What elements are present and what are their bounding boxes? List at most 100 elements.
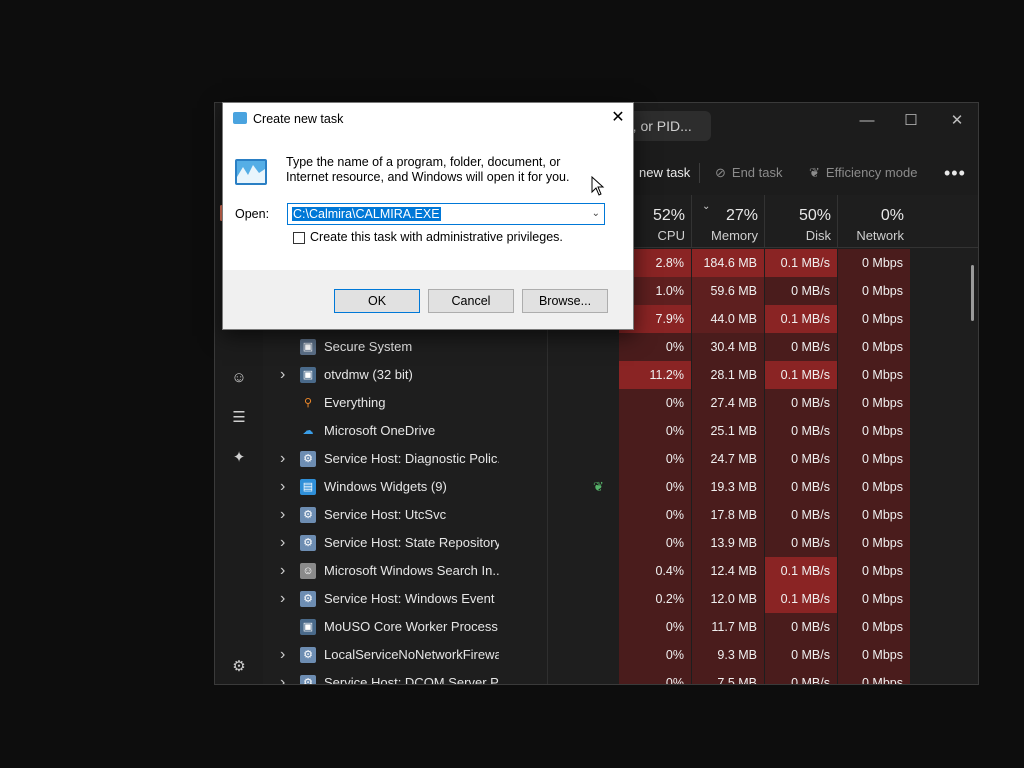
- disk-cell: 0 MB/s: [765, 333, 837, 361]
- disk-cell: 0 MB/s: [765, 389, 837, 417]
- minimize-button[interactable]: —: [847, 109, 887, 133]
- leaf-icon: ❦: [593, 479, 604, 494]
- admin-privileges-label[interactable]: Create this task with administrative pri…: [310, 230, 563, 244]
- memory-cell: 12.4 MB: [692, 557, 764, 585]
- close-button[interactable]: ✕: [937, 109, 977, 133]
- vertical-scrollbar[interactable]: [971, 265, 974, 321]
- toolbar-divider: [699, 163, 700, 183]
- cpu-cell: 0%: [619, 613, 691, 641]
- system-process-icon: ▣: [300, 339, 316, 355]
- services-icon[interactable]: ✦: [229, 448, 249, 468]
- process-name: Microsoft Windows Search In...: [324, 563, 499, 578]
- cpu-cell: 11.2%: [619, 361, 691, 389]
- chevron-right-icon[interactable]: ›: [280, 641, 285, 669]
- gear-icon: ⚙: [300, 451, 316, 467]
- efficiency-mode-button[interactable]: ❦ Efficiency mode: [809, 153, 917, 193]
- dialog-body: Type the name of a program, folder, docu…: [223, 135, 633, 270]
- chevron-down-icon[interactable]: ⌄: [592, 204, 600, 224]
- mouse-cursor-icon: [591, 176, 605, 196]
- process-row[interactable]: › ⚙ Service Host: DCOM Server Pr... 0% 7.5 M…: [263, 669, 978, 685]
- process-name: Microsoft OneDrive: [324, 423, 436, 438]
- network-cell: 0 Mbps: [838, 417, 910, 445]
- column-header-network[interactable]: 0% Network: [838, 205, 910, 245]
- memory-cell: 12.0 MB: [692, 585, 764, 613]
- cpu-cell: 0%: [619, 501, 691, 529]
- disk-cell: 0 MB/s: [765, 529, 837, 557]
- memory-cell: 17.8 MB: [692, 501, 764, 529]
- cpu-cell: 0%: [619, 389, 691, 417]
- search-indexer-icon: ☺: [300, 563, 316, 579]
- admin-privileges-checkbox[interactable]: [293, 232, 305, 244]
- network-cell: 0 Mbps: [838, 669, 910, 684]
- gear-icon: ⚙: [300, 647, 316, 663]
- process-row[interactable]: ▣ Secure System 0% 30.4 MB 0 MB/s 0 Mbps: [263, 333, 978, 361]
- process-row[interactable]: ⚲ Everything 0% 27.4 MB 0 MB/s 0 Mbps: [263, 389, 978, 417]
- process-row[interactable]: › ▣ otvdmw (32 bit) 11.2% 28.1 MB 0.1 MB/s 0 M…: [263, 361, 978, 389]
- process-name: Service Host: State Repository ...: [324, 535, 499, 550]
- network-cell: 0 Mbps: [838, 305, 910, 333]
- process-row[interactable]: › ⚙ Service Host: UtcSvc 0% 17.8 MB 0 MB/s 0 M…: [263, 501, 978, 529]
- run-new-task-button[interactable]: new task: [639, 153, 690, 193]
- chevron-right-icon[interactable]: ›: [280, 501, 285, 529]
- end-task-button[interactable]: ⊘ End task: [715, 153, 783, 193]
- column-header-disk[interactable]: 50% Disk: [765, 205, 837, 245]
- disk-cell: 0.1 MB/s: [765, 585, 837, 613]
- cancel-button[interactable]: Cancel: [428, 289, 514, 313]
- users-icon[interactable]: ☺: [229, 368, 249, 388]
- chevron-right-icon[interactable]: ›: [280, 445, 285, 473]
- dialog-title-bar: Create new task ✕: [223, 103, 633, 135]
- chevron-right-icon[interactable]: ›: [280, 529, 285, 557]
- gear-icon: ⚙: [300, 535, 316, 551]
- cpu-cell: 0%: [619, 641, 691, 669]
- memory-cell: 44.0 MB: [692, 305, 764, 333]
- column-header-memory[interactable]: 27% Memory: [692, 205, 764, 245]
- process-name: Service Host: Windows Event ...: [324, 591, 499, 606]
- process-row[interactable]: › ☺ Microsoft Windows Search In... 0.4% 12.4…: [263, 557, 978, 585]
- leaf-icon: ❦: [809, 165, 820, 180]
- memory-cell: 11.7 MB: [692, 613, 764, 641]
- chevron-right-icon[interactable]: ›: [280, 669, 285, 684]
- process-row[interactable]: ☁ Microsoft OneDrive 0% 25.1 MB 0 MB/s 0 Mbps: [263, 417, 978, 445]
- end-task-label: End task: [731, 165, 783, 180]
- process-name: Service Host: DCOM Server Pr...: [324, 675, 499, 685]
- process-name: MoUSO Core Worker Process: [324, 619, 498, 634]
- process-row[interactable]: › ⚙ LocalServiceNoNetworkFirewa... 0% 9.3 MB…: [263, 641, 978, 669]
- dialog-close-button[interactable]: ✕: [603, 105, 633, 131]
- chevron-right-icon[interactable]: ›: [280, 473, 285, 501]
- more-options-button[interactable]: •••: [944, 153, 966, 193]
- memory-cell: 25.1 MB: [692, 417, 764, 445]
- memory-cell: 13.9 MB: [692, 529, 764, 557]
- gear-icon: ⚙: [300, 507, 316, 523]
- process-row[interactable]: › ⚙ Service Host: State Repository ... 0% 13…: [263, 529, 978, 557]
- open-input-value[interactable]: C:\Calmira\CALMIRA.EXE: [292, 207, 441, 221]
- process-name: otvdmw (32 bit): [324, 367, 413, 382]
- chevron-right-icon[interactable]: ›: [280, 585, 285, 613]
- open-combobox[interactable]: C:\Calmira\CALMIRA.EXE ⌄: [287, 203, 605, 225]
- process-row[interactable]: › ⚙ Service Host: Windows Event ... 0.2% 12.…: [263, 585, 978, 613]
- gear-icon: ⚙: [300, 675, 316, 684]
- maximize-button[interactable]: ☐: [891, 109, 931, 133]
- run-icon: [235, 159, 267, 185]
- settings-gear-icon[interactable]: ⚙: [229, 657, 249, 677]
- cpu-cell: 0%: [619, 445, 691, 473]
- chevron-right-icon[interactable]: ›: [280, 361, 285, 389]
- gear-icon: ⚙: [300, 591, 316, 607]
- disk-cell: 0 MB/s: [765, 417, 837, 445]
- memory-cell: 59.6 MB: [692, 277, 764, 305]
- browse-button[interactable]: Browse...: [522, 289, 608, 313]
- disk-cell: 0 MB/s: [765, 473, 837, 501]
- process-row[interactable]: › ⚙ Service Host: Diagnostic Polic... 0% 24.…: [263, 445, 978, 473]
- disk-cell: 0.1 MB/s: [765, 361, 837, 389]
- chevron-right-icon[interactable]: ›: [280, 557, 285, 585]
- process-row[interactable]: ▣ MoUSO Core Worker Process 0% 11.7 MB 0 MB/…: [263, 613, 978, 641]
- process-name: Service Host: Diagnostic Polic...: [324, 451, 499, 466]
- widgets-icon: ▤: [300, 479, 316, 495]
- disk-cell: 0 MB/s: [765, 445, 837, 473]
- network-cell: 0 Mbps: [838, 585, 910, 613]
- ok-button[interactable]: OK: [334, 289, 420, 313]
- disk-cell: 0 MB/s: [765, 641, 837, 669]
- process-name: Secure System: [324, 339, 413, 354]
- process-row[interactable]: › ▤ Windows Widgets (9) ❦ 0% 19.3 MB 0 MB/s 0 M…: [263, 473, 978, 501]
- disk-column-label: Disk: [805, 228, 831, 243]
- details-list-icon[interactable]: ☰: [229, 408, 249, 428]
